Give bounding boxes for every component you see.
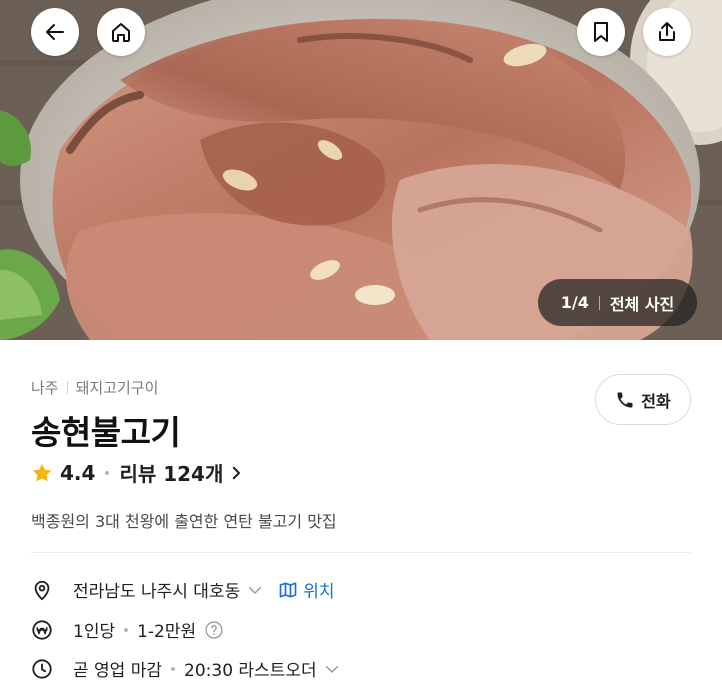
bookmark-button[interactable] xyxy=(577,8,625,56)
hero-photo[interactable]: 1/4 전체 사진 xyxy=(0,0,722,340)
photo-index: 1/4 xyxy=(560,293,589,312)
counter-divider xyxy=(598,295,600,310)
address-row: 전라남도 나주시 대호동 위치 xyxy=(31,577,335,602)
phone-icon xyxy=(617,392,633,407)
all-photos-button[interactable]: 1/4 전체 사진 xyxy=(538,279,697,326)
price-range: 1-2만원 xyxy=(137,622,197,642)
won-icon xyxy=(31,619,53,641)
rating-value: 4.4 xyxy=(60,460,96,485)
location-link[interactable]: 위치 xyxy=(278,577,335,602)
location-label: 위치 xyxy=(303,582,335,602)
call-label: 전화 xyxy=(641,391,671,411)
home-icon xyxy=(112,23,130,42)
last-order: 20:30 라스트오더 xyxy=(184,661,317,681)
map-icon xyxy=(279,582,297,597)
clock-icon xyxy=(31,658,53,680)
section-divider xyxy=(31,552,691,553)
hours-status: 곧 영업 마감 xyxy=(73,661,163,681)
rating-separator xyxy=(105,470,110,475)
hours-separator xyxy=(171,666,176,671)
reviews-link[interactable]: 리뷰 124개 xyxy=(119,458,223,487)
location-pin-icon xyxy=(31,579,53,601)
region-label: 나주 xyxy=(31,379,59,397)
rating-row: 4.4 리뷰 124개 xyxy=(31,458,245,487)
breadcrumb-divider xyxy=(66,381,68,394)
price-party: 1인당 xyxy=(73,622,116,642)
all-photos-label: 전체 사진 xyxy=(609,294,675,314)
help-icon[interactable] xyxy=(204,620,224,640)
home-button[interactable] xyxy=(97,8,145,56)
address-text[interactable]: 전라남도 나주시 대호동 xyxy=(73,577,240,602)
star-icon xyxy=(32,463,52,481)
price-row: 1인당 1-2만원 xyxy=(31,617,224,642)
chevron-down-icon[interactable] xyxy=(323,660,341,678)
category-label: 돼지고기구이 xyxy=(75,379,159,397)
chevron-right-icon[interactable] xyxy=(227,464,245,482)
share-button[interactable] xyxy=(643,8,691,56)
share-icon xyxy=(659,22,675,41)
price-separator xyxy=(124,627,129,632)
restaurant-description: 백종원의 3대 천왕에 출연한 연탄 불고기 맛집 xyxy=(31,512,337,531)
restaurant-name: 송현불고기 xyxy=(31,413,181,452)
hours-row[interactable]: 곧 영업 마감 20:30 라스트오더 xyxy=(31,656,341,681)
bookmark-icon xyxy=(594,22,608,42)
back-arrow-icon xyxy=(46,24,64,40)
chevron-down-icon[interactable] xyxy=(246,581,264,599)
breadcrumb: 나주 돼지고기구이 xyxy=(31,377,158,398)
call-button[interactable]: 전화 xyxy=(595,374,691,425)
back-button[interactable] xyxy=(31,8,79,56)
